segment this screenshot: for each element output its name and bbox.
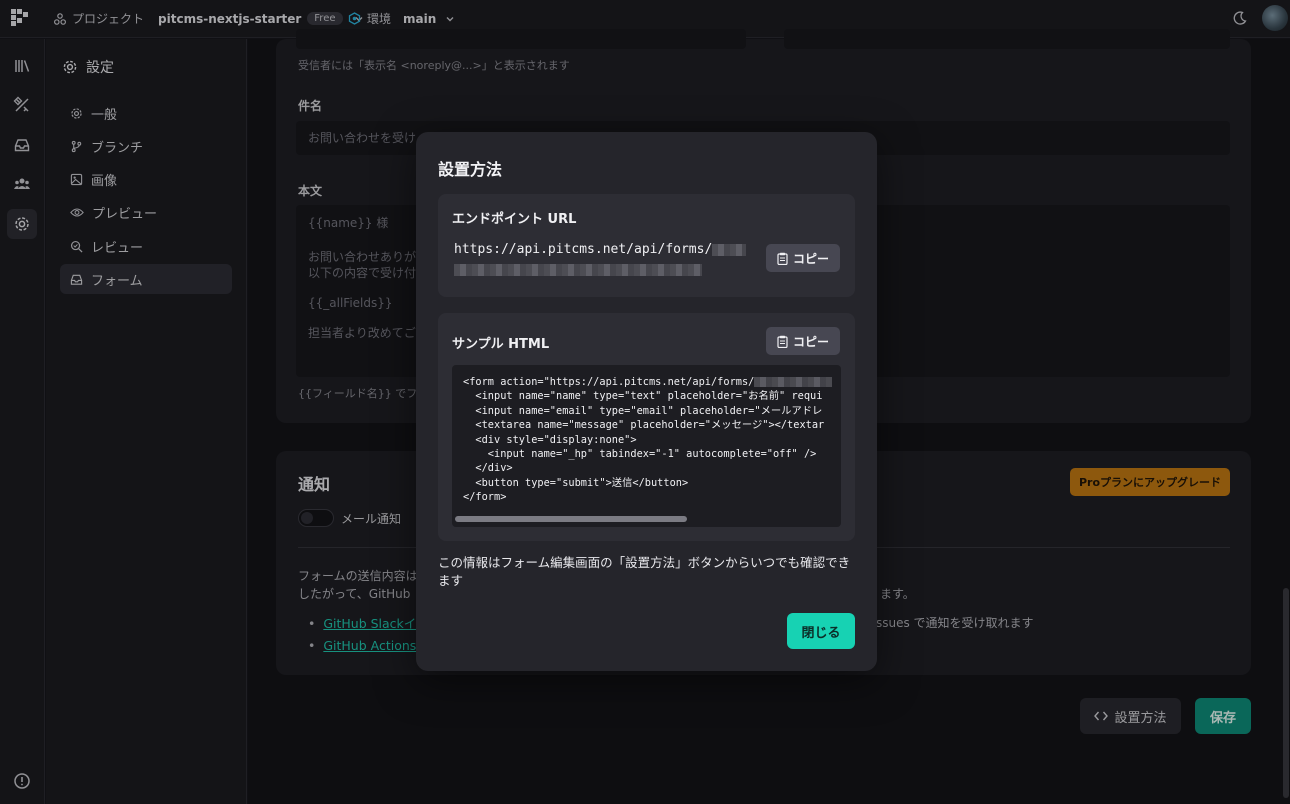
modal-title: 設置方法 bbox=[438, 160, 503, 179]
sample-title: サンプル HTML bbox=[452, 337, 550, 352]
sample-html-panel: サンプル HTML コピー <form action="https://api.… bbox=[438, 313, 855, 541]
code-line: </form> bbox=[463, 491, 507, 504]
copy-endpoint-button[interactable]: コピー bbox=[766, 244, 840, 272]
code-line: <button type="submit">送信</button> bbox=[463, 476, 689, 489]
redacted-id bbox=[712, 243, 747, 256]
clipboard-icon bbox=[777, 252, 788, 265]
endpoint-panel: エンドポイント URL https://api.pitcms.net/api/f… bbox=[438, 194, 855, 297]
endpoint-url[interactable]: https://api.pitcms.net/api/forms/ bbox=[454, 240, 754, 280]
copy-html-button[interactable]: コピー bbox=[766, 327, 840, 355]
copy-label: コピー bbox=[792, 334, 829, 349]
code-line: <input name="name" type="text" placehold… bbox=[463, 390, 823, 403]
code-horizontal-scrollbar[interactable] bbox=[455, 516, 687, 522]
code-text: <form action="https://api.pitcms.net/api… bbox=[463, 375, 833, 505]
code-line: <input name="_hp" tabindex="-1" autocomp… bbox=[463, 448, 817, 461]
redacted-id bbox=[454, 263, 702, 276]
howto-modal: 設置方法 エンドポイント URL https://api.pitcms.net/… bbox=[416, 132, 877, 671]
close-button[interactable]: 閉じる bbox=[787, 613, 855, 649]
code-line: </div> bbox=[463, 462, 513, 475]
redacted-id bbox=[754, 377, 833, 387]
endpoint-url-text: https://api.pitcms.net/api/forms/ bbox=[454, 242, 713, 257]
code-block[interactable]: <form action="https://api.pitcms.net/api… bbox=[452, 365, 841, 527]
modal-info-text: この情報はフォーム編集画面の「設置方法」ボタンからいつでも確認できます bbox=[438, 555, 851, 588]
clipboard-icon bbox=[777, 335, 788, 348]
code-line: <div style="display:none"> bbox=[463, 433, 637, 446]
copy-label: コピー bbox=[792, 251, 829, 266]
code-line: <input name="email" type="email" placeho… bbox=[463, 404, 823, 417]
code-line: <form action="https://api.pitcms.net/api… bbox=[463, 376, 755, 388]
code-line: <textarea name="message" placeholder="メッ… bbox=[463, 419, 825, 432]
endpoint-title: エンドポイント URL bbox=[452, 212, 577, 227]
